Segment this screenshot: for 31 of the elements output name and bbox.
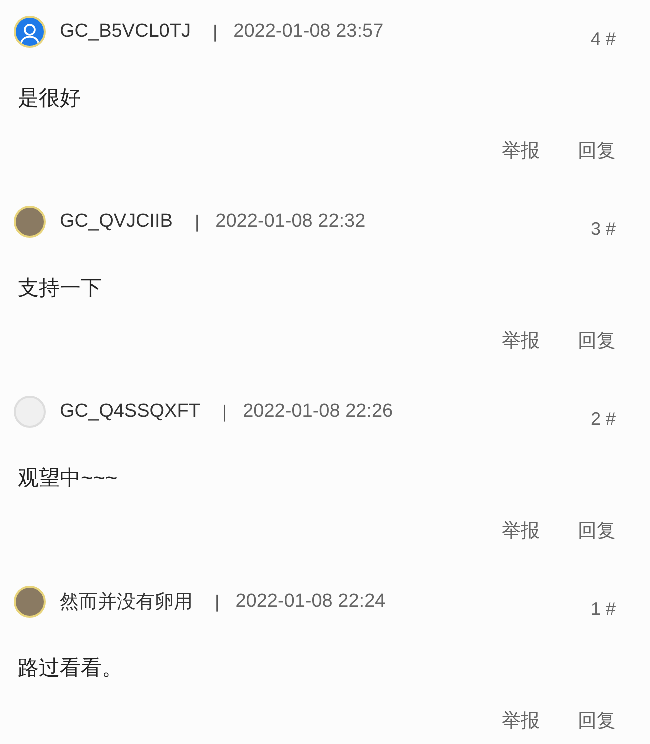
comment-text: 观望中~~~ (18, 466, 119, 492)
floor-number: 2 # (590, 408, 616, 430)
separator: | (222, 402, 228, 422)
avatar-photo (14, 206, 46, 238)
timestamp: 2022-01-08 22:26 (243, 401, 394, 423)
username[interactable]: GC_B5VCL0TJ (60, 21, 191, 43)
report-button[interactable]: 举报 (502, 328, 540, 354)
comment-text: 支持一下 (18, 276, 103, 302)
floor-number: 3 # (590, 218, 616, 240)
comment-text: 是很好 (18, 86, 82, 112)
username[interactable]: 然而并没有卵用 (60, 589, 193, 615)
reply-button[interactable]: 回复 (578, 328, 616, 354)
separator: | (194, 212, 200, 232)
reply-button[interactable]: 回复 (578, 518, 616, 544)
username[interactable]: GC_QVJCIIB (60, 211, 173, 233)
avatar-icon (14, 16, 46, 48)
floor-number: 4 # (590, 28, 616, 50)
report-button[interactable]: 举报 (502, 708, 540, 734)
reply-button[interactable]: 回复 (578, 708, 616, 734)
separator: | (215, 592, 220, 612)
reply-button[interactable]: 回复 (578, 138, 616, 164)
report-button[interactable]: 举报 (502, 518, 540, 544)
timestamp: 2022-01-08 23:57 (234, 21, 384, 43)
timestamp: 2022-01-08 22:32 (216, 211, 366, 233)
comment-text: 路过看看。 (18, 656, 124, 682)
avatar-photo (14, 586, 46, 618)
separator: | (212, 22, 218, 42)
report-button[interactable]: 举报 (502, 138, 540, 164)
timestamp: 2022-01-08 22:24 (236, 591, 386, 613)
floor-number: 1 # (590, 598, 616, 620)
username[interactable]: GC_Q4SSQXFT (60, 401, 200, 423)
